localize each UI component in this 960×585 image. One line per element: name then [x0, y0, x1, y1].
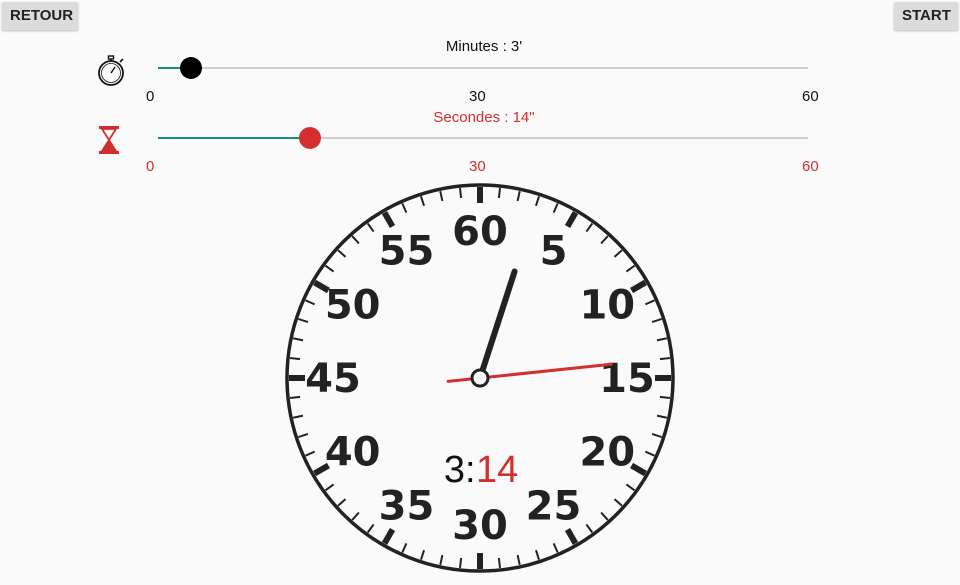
dial-number: 15: [599, 356, 655, 402]
dial-number: 20: [579, 430, 635, 476]
dial-center-pin: [470, 368, 490, 388]
dial-number: 45: [305, 356, 361, 402]
back-button[interactable]: RETOUR: [2, 2, 78, 30]
start-button[interactable]: START: [894, 2, 958, 30]
minutes-label: Minutes : 3': [445, 38, 523, 55]
dial-number: 50: [325, 283, 381, 329]
dial-minor-tick: [289, 357, 301, 361]
readout-seconds: 14: [476, 449, 518, 491]
dial-minor-tick: [289, 395, 301, 399]
dial-number: 30: [452, 503, 508, 549]
minutes-slider-thumb[interactable]: [179, 57, 202, 79]
dial-number: 40: [325, 430, 381, 476]
seconds-slider-fill: [158, 137, 310, 139]
dial-minor-tick: [497, 557, 501, 569]
minutes-scale-max: 60: [802, 88, 819, 105]
seconds-scale-max: 60: [802, 158, 819, 175]
dial-number: 60: [452, 209, 508, 255]
readout-minutes: 3: [444, 449, 465, 491]
dial-minor-tick: [459, 557, 463, 569]
dial-number: 10: [579, 283, 635, 329]
dial-number: 35: [379, 483, 435, 529]
hourglass-icon: [99, 126, 119, 154]
dial-minor-tick: [459, 187, 463, 199]
timer-dial-face: 60 510 15 20 25 30 35 40 45 50 55 3 : 14: [285, 183, 675, 573]
dial-number: 25: [526, 483, 582, 529]
dial-number: 55: [379, 229, 435, 275]
seconds-scale-min: 0: [146, 158, 155, 175]
dial-minor-tick: [659, 395, 671, 399]
seconds-slider-thumb[interactable]: [298, 127, 321, 149]
timer-dial: 60 5 10 15 20 25 30 35 40 45 50 55 3 : 14: [280, 178, 680, 580]
minutes-scale-min: 0: [146, 88, 155, 105]
minutes-scale-mid: 30: [469, 88, 486, 105]
stopwatch-icon: [98, 55, 124, 86]
dial-minor-tick: [497, 187, 501, 199]
seconds-scale-mid: 30: [469, 158, 486, 175]
readout-separator: :: [465, 449, 476, 491]
seconds-label: Secondes : 14": [433, 109, 535, 126]
minutes-slider-track[interactable]: [158, 57, 808, 79]
dial-number: 5: [540, 229, 568, 275]
seconds-slider-track[interactable]: [158, 127, 808, 149]
dial-minor-tick: [659, 357, 671, 361]
